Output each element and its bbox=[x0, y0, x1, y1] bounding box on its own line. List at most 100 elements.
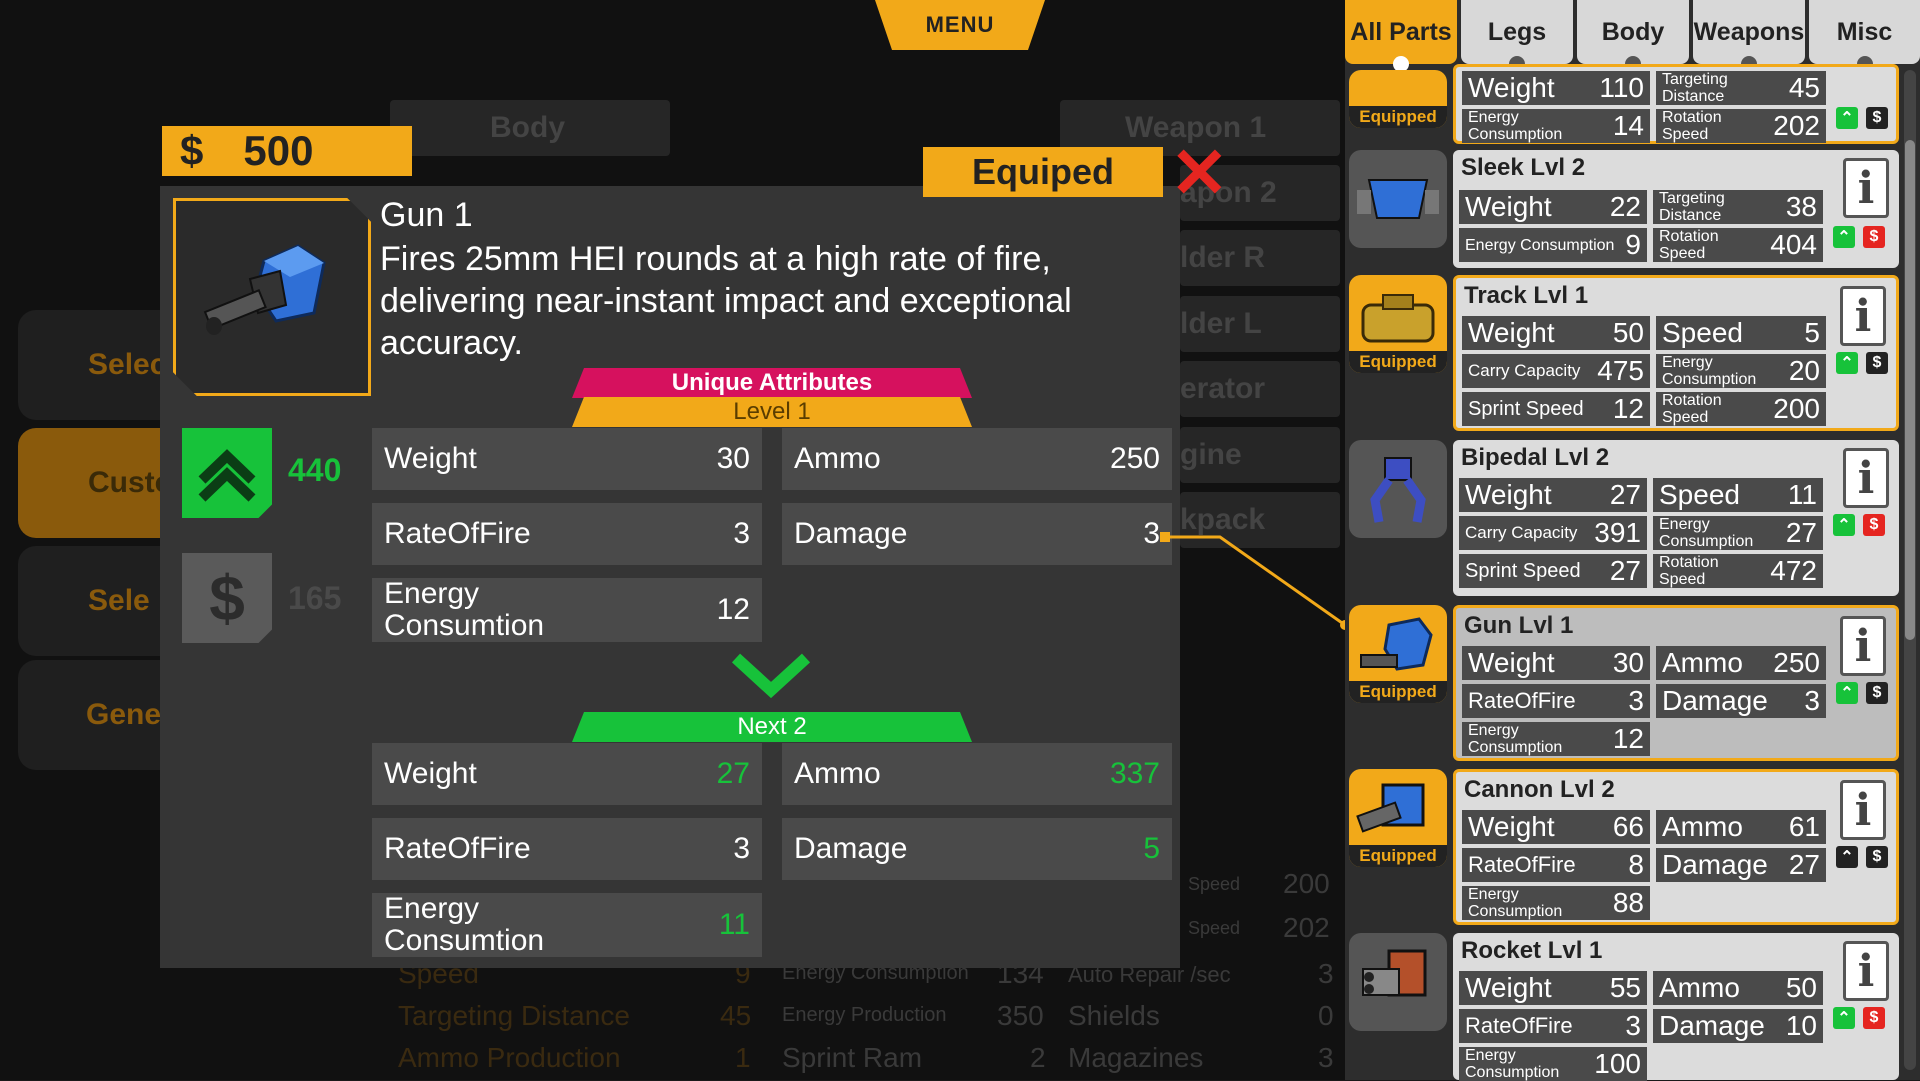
card-stat: Weight 50 bbox=[1462, 316, 1650, 350]
sleek-body-icon bbox=[1357, 179, 1439, 219]
equipped-badge: Equipped bbox=[1349, 845, 1447, 867]
sell-icon[interactable]: $ bbox=[1866, 682, 1888, 704]
part-card-sleek[interactable]: Sleek Lvl 2 i Weight 22 Targeting Distanc… bbox=[1453, 150, 1899, 268]
connector-line bbox=[1160, 532, 1350, 630]
current-stat-energy: Energy Consumtion 12 bbox=[372, 578, 762, 642]
card-stat: RateOfFire 3 bbox=[1459, 1009, 1647, 1043]
tab-legs[interactable]: Legs bbox=[1461, 0, 1573, 72]
equipped-badge: Equipped bbox=[1349, 351, 1447, 373]
upgrade-icon[interactable]: ⌃ bbox=[1836, 352, 1858, 374]
sell-icon[interactable]: $ bbox=[1863, 514, 1885, 536]
money-amount: 500 bbox=[243, 127, 314, 174]
info-icon[interactable]: i bbox=[1843, 941, 1889, 1001]
rocket-part-icon bbox=[1362, 949, 1427, 997]
bg-stat-label: Magazines bbox=[1068, 1042, 1204, 1073]
upgrade-icon[interactable]: ⌃ bbox=[1833, 1007, 1855, 1029]
tab-body[interactable]: Body bbox=[1577, 0, 1689, 72]
card-stat: Weight 55 bbox=[1459, 971, 1647, 1005]
tab-misc[interactable]: Misc bbox=[1809, 0, 1920, 72]
current-stat-ammo: Ammo 250 bbox=[782, 428, 1172, 490]
bg-stat-value: 202 bbox=[1283, 912, 1330, 943]
upgrade-icon[interactable]: ⌃ bbox=[1836, 107, 1858, 129]
sell-icon[interactable]: $ bbox=[1866, 352, 1888, 374]
info-icon[interactable]: i bbox=[1840, 286, 1886, 346]
info-icon[interactable]: i bbox=[1840, 616, 1886, 676]
menu-button[interactable]: MENU bbox=[875, 0, 1045, 50]
sell-icon[interactable]: $ bbox=[1866, 107, 1888, 129]
upgrade-button[interactable] bbox=[182, 428, 272, 518]
bg-stat-value: 3 bbox=[1318, 1042, 1334, 1073]
card-stat: Rotation Speed 472 bbox=[1653, 554, 1823, 588]
bg-stat-value: 1 bbox=[735, 1042, 751, 1073]
bg-stat-value: 200 bbox=[1283, 868, 1330, 899]
card-stat: Sprint Speed 27 bbox=[1459, 554, 1647, 588]
part-icon-track[interactable]: Equipped bbox=[1349, 275, 1447, 373]
info-icon[interactable]: i bbox=[1840, 780, 1886, 840]
sell-icon[interactable]: $ bbox=[1866, 846, 1888, 868]
card-stat: Energy Consumption 9 bbox=[1459, 228, 1647, 262]
tab-weapons[interactable]: Weapons bbox=[1693, 0, 1805, 72]
card-stat: Targeting Distance 38 bbox=[1653, 190, 1823, 224]
part-card-gun[interactable]: Gun Lvl 1 i Weight 30 Ammo 250 RateOfFire 3… bbox=[1453, 605, 1899, 761]
part-icon-sleek[interactable] bbox=[1349, 150, 1447, 248]
next-stat-rateoffire: RateOfFire 3 bbox=[372, 818, 762, 880]
part-card-cannon[interactable]: Cannon Lvl 2 i Weight 66 Ammo 61 RateOfFir… bbox=[1453, 769, 1899, 925]
bg-stat-value: 45 bbox=[720, 1000, 752, 1031]
tab-all-parts[interactable]: All Parts bbox=[1345, 0, 1457, 72]
part-card-track[interactable]: Track Lvl 1 i Weight 50 Speed 5 Carry Capa… bbox=[1453, 275, 1899, 431]
bg-stat-label: Energy Production bbox=[782, 1004, 947, 1026]
card-stat: Energy Consumption 20 bbox=[1656, 354, 1826, 388]
card-stat: Ammo 50 bbox=[1653, 971, 1823, 1005]
part-card-body[interactable]: Weight 110 Targeting Distance 45 Energy Co… bbox=[1453, 64, 1899, 144]
upgrade-icon[interactable]: ⌃ bbox=[1836, 682, 1858, 704]
sell-icon[interactable]: $ bbox=[1863, 1007, 1885, 1029]
scrollbar-thumb[interactable] bbox=[1905, 140, 1915, 640]
upgrade-icon[interactable]: ⌃ bbox=[1833, 226, 1855, 248]
next-stat-ammo: Ammo 337 bbox=[782, 743, 1172, 805]
card-stat: Damage 27 bbox=[1656, 848, 1826, 882]
upgrade-cost: 440 bbox=[288, 452, 342, 488]
currency-symbol: $ bbox=[180, 127, 204, 174]
bg-stat-value: 3 bbox=[1318, 958, 1334, 989]
card-stat: Energy Consumption 14 bbox=[1462, 109, 1650, 143]
part-card-rocket[interactable]: Rocket Lvl 1 i Weight 55 Ammo 50 RateOfFir… bbox=[1453, 933, 1899, 1081]
current-stat-damage: Damage 3 bbox=[782, 503, 1172, 565]
card-stat: RateOfFire 3 bbox=[1462, 684, 1650, 718]
bg-stat-label: Speed bbox=[1188, 874, 1241, 894]
bg-slot-shoulder-l: lder L bbox=[1180, 296, 1340, 352]
card-stat: Ammo 250 bbox=[1656, 646, 1826, 680]
part-icon-gun[interactable]: Equipped bbox=[1349, 605, 1447, 703]
current-stat-rateoffire: RateOfFire 3 bbox=[372, 503, 762, 565]
sell-icon[interactable]: $ bbox=[1863, 226, 1885, 248]
sell-button[interactable]: $ bbox=[182, 553, 272, 643]
card-stat: Speed 5 bbox=[1656, 316, 1826, 350]
card-stat: Weight 110 bbox=[1462, 71, 1650, 105]
card-stat: Damage 3 bbox=[1656, 684, 1826, 718]
card-stat: Targeting Distance 45 bbox=[1656, 71, 1826, 105]
part-icon-bipedal[interactable] bbox=[1349, 440, 1447, 538]
card-stat: Ammo 61 bbox=[1656, 810, 1826, 844]
bg-slot-engine: gine bbox=[1180, 427, 1340, 483]
card-stat: Energy Consumption 12 bbox=[1462, 722, 1650, 756]
upgrade-icon[interactable]: ⌃ bbox=[1836, 846, 1858, 868]
equipped-badge: Equipped bbox=[1349, 681, 1447, 703]
chevron-down-icon bbox=[731, 653, 811, 699]
card-stat: Sprint Speed 12 bbox=[1462, 392, 1650, 426]
part-icon-body-top[interactable]: Equipped bbox=[1349, 70, 1447, 128]
equipped-button[interactable]: Equiped bbox=[923, 147, 1163, 197]
info-icon[interactable]: i bbox=[1843, 448, 1889, 508]
bg-slot-body: Body bbox=[390, 100, 670, 156]
info-icon[interactable]: i bbox=[1843, 158, 1889, 218]
bg-stat-value: 0 bbox=[1318, 1000, 1334, 1031]
part-icon-rocket[interactable] bbox=[1349, 933, 1447, 1031]
part-title: Gun 1 bbox=[380, 196, 473, 234]
card-stat: Weight 27 bbox=[1459, 478, 1647, 512]
bg-stat-label: Shields bbox=[1068, 1000, 1160, 1031]
card-title: Cannon Lvl 2 bbox=[1464, 776, 1615, 803]
part-card-bipedal[interactable]: Bipedal Lvl 2 i Weight 27 Speed 11 Carry C… bbox=[1453, 440, 1899, 596]
upgrade-icon[interactable]: ⌃ bbox=[1833, 514, 1855, 536]
card-title: Bipedal Lvl 2 bbox=[1461, 444, 1610, 471]
close-icon[interactable]: ✕ bbox=[1170, 138, 1229, 208]
card-stat: Weight 66 bbox=[1462, 810, 1650, 844]
part-icon-cannon[interactable]: Equipped bbox=[1349, 769, 1447, 867]
